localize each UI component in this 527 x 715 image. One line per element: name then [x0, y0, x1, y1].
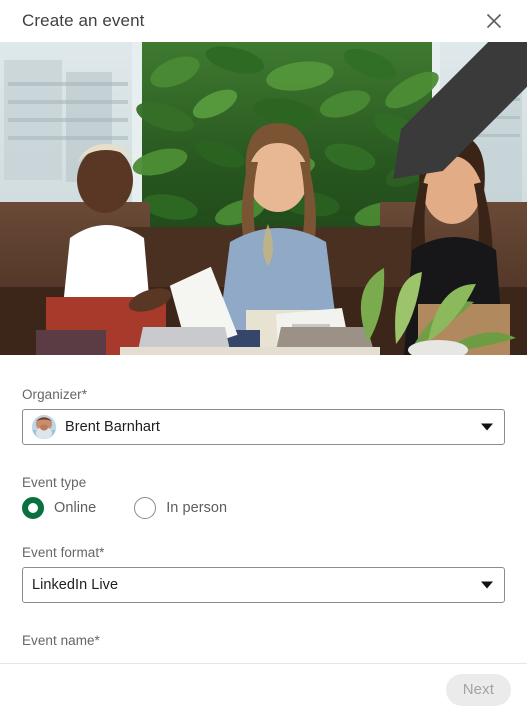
radio-option-in-person[interactable]: In person [134, 497, 227, 519]
next-button[interactable]: Next [445, 673, 511, 706]
create-event-modal: Create an event Organizer* Brent Barnhar… [0, 0, 527, 715]
organizer-label: Organizer* [22, 387, 88, 402]
event-format-label: Event format* [22, 545, 105, 560]
event-banner-image[interactable] [0, 42, 527, 355]
event-type-label: Event type [22, 475, 87, 490]
radio-in-person-indicator[interactable] [134, 497, 157, 519]
radio-in-person-label: In person [166, 500, 228, 516]
close-button[interactable] [477, 4, 511, 38]
organizer-value: Brent Barnhart [65, 419, 160, 435]
modal-header: Create an event [0, 0, 527, 42]
event-format-select[interactable]: LinkedIn Live [22, 567, 505, 603]
field-event-type: Event type Online In person [22, 475, 505, 519]
close-icon [484, 11, 504, 31]
radio-option-online[interactable]: Online [22, 497, 96, 519]
field-organizer: Organizer* Brent Barnhart [22, 387, 505, 445]
modal-footer: Next [0, 663, 527, 715]
event-form: Organizer* Brent Barnhart Event type Onl… [0, 355, 527, 663]
page-title: Create an event [22, 11, 145, 30]
radio-online-indicator[interactable] [22, 497, 44, 519]
field-event-name: Event name* [22, 633, 505, 649]
edit-banner-button[interactable] [393, 42, 527, 179]
chevron-down-icon [481, 423, 493, 431]
event-type-radio-group: Online In person [22, 497, 505, 519]
radio-online-label: Online [54, 500, 97, 516]
pencil-icon [234, 42, 527, 231]
avatar [32, 415, 56, 439]
event-name-label: Event name* [22, 633, 100, 648]
field-event-format: Event format* LinkedIn Live [22, 545, 505, 603]
organizer-select[interactable]: Brent Barnhart [22, 409, 505, 445]
chevron-down-icon [481, 581, 493, 589]
event-format-value: LinkedIn Live [32, 577, 119, 593]
